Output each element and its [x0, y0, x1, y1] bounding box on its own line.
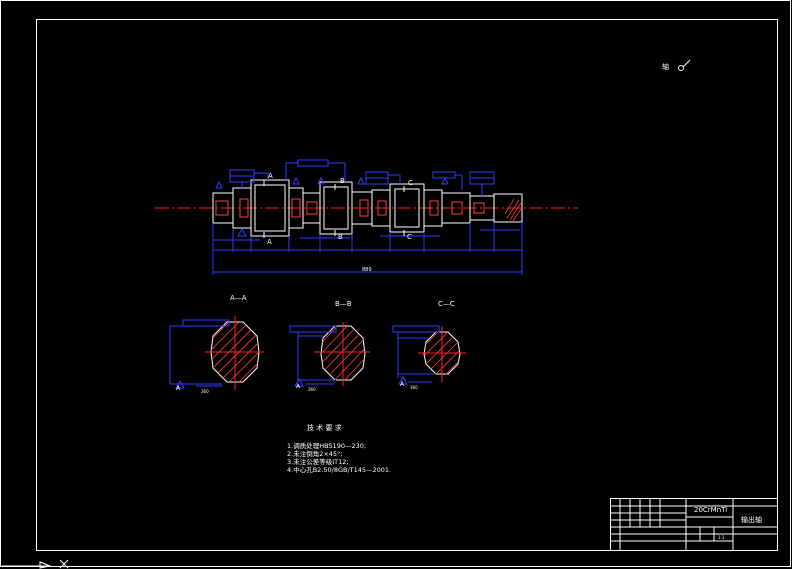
section-mark-c-top: C — [408, 179, 413, 187]
section-cc-title: C—C — [438, 300, 455, 308]
section-mark-a-bottom: A — [267, 238, 272, 246]
tech-req-item: 1.调质处理HBS190—230; — [287, 441, 366, 450]
section-bb-dim: 360 — [308, 387, 316, 392]
top-right-note: 轴 — [662, 62, 669, 71]
title-block-material: 20CrMnTi — [694, 506, 727, 514]
section-cc-dim: 360 — [410, 385, 418, 390]
shaft-end-hatch — [504, 198, 522, 222]
tech-req-item: 2.未注倒角2×45°; — [287, 449, 343, 458]
section-aa: A—A A 360 — [169, 294, 264, 394]
section-mark-b-top: B — [340, 177, 345, 185]
technical-requirements: 技 术 要 求 1.调质处理HBS190—230; 2.未注倒角2×45°; 3… — [287, 423, 391, 474]
tech-req-title: 技 术 要 求 — [307, 423, 342, 432]
title-block-scale: 1:1 — [718, 535, 725, 540]
section-mark-c-bottom: C — [407, 233, 412, 241]
tech-req-item: 4.中心孔B2.50/8GB/T145—2001. — [287, 465, 391, 474]
title-block-part-name: 输出轴 — [741, 515, 762, 524]
section-mark-b-bottom: B — [338, 233, 343, 241]
shaft-view: A A B B C C 889 — [155, 159, 578, 275]
tech-req-item: 3.未注公差等级IT12; — [287, 457, 349, 466]
section-cc: C—C A 360 — [392, 300, 466, 390]
section-bb-title: B—B — [335, 300, 352, 308]
outer-frame — [0, 0, 791, 567]
overall-length-label: 889 — [362, 267, 372, 273]
section-bb: B—B A 360 — [289, 300, 370, 392]
inner-frame — [36, 19, 778, 551]
surface-finish-icon — [678, 59, 691, 71]
section-aa-dim: 360 — [201, 389, 209, 394]
section-mark-a-top: A — [268, 172, 273, 180]
section-aa-title: A—A — [230, 294, 247, 302]
drawing-canvas: 轴 A A B B C C 889 A—A A 360 B—B A 360 C—… — [0, 0, 791, 569]
